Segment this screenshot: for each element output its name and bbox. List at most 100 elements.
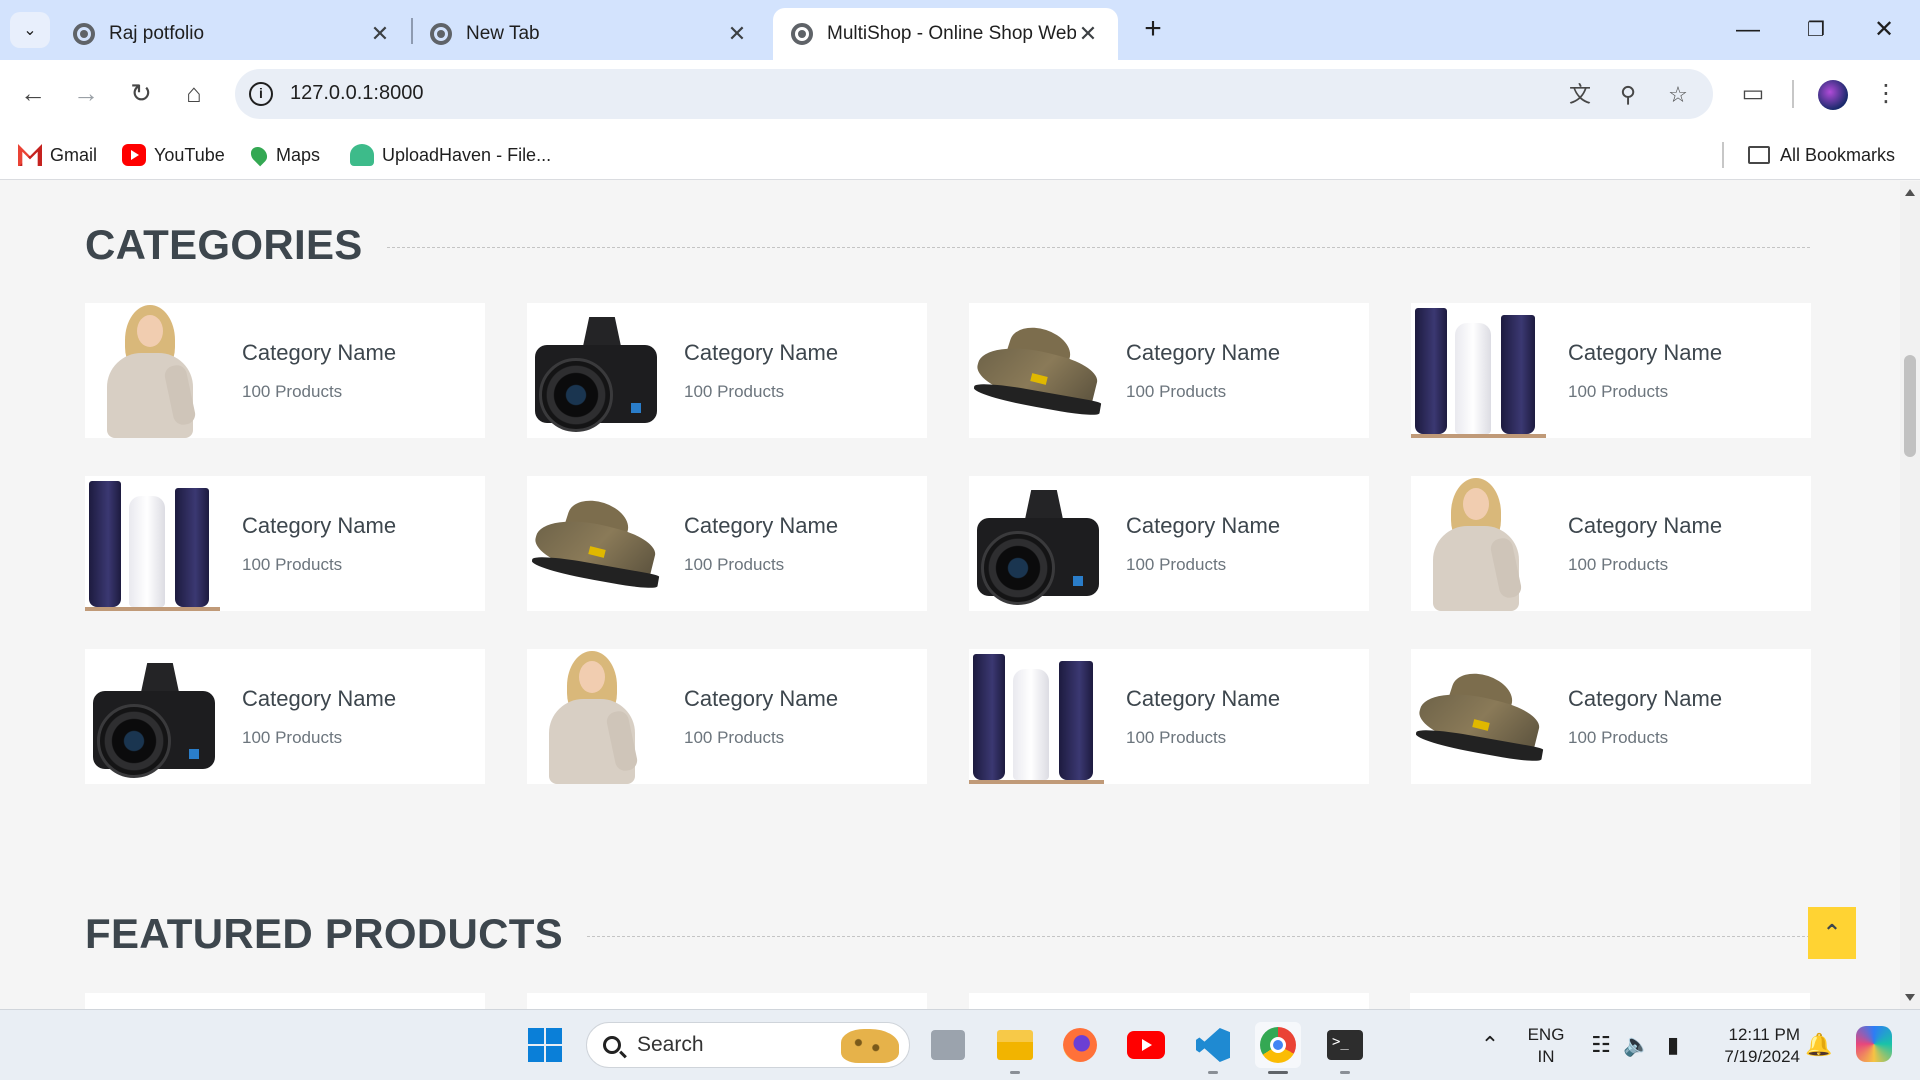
category-card[interactable]: Category Name 100 Products (527, 303, 927, 438)
category-name[interactable]: Category Name (242, 686, 396, 712)
category-name[interactable]: Category Name (1568, 686, 1722, 712)
category-name[interactable]: Category Name (684, 686, 838, 712)
category-image-tubes[interactable] (1411, 303, 1546, 438)
close-window-button[interactable]: ✕ (1854, 8, 1914, 52)
categories-title: Categories (85, 221, 363, 268)
vscode-button[interactable] (1190, 1022, 1236, 1074)
scroll-thumb[interactable] (1904, 355, 1916, 457)
tab-search-button[interactable]: ⌄ (10, 12, 50, 48)
category-name[interactable]: Category Name (1568, 513, 1722, 539)
category-name[interactable]: Category Name (1126, 686, 1280, 712)
terminal-button[interactable]: >_ (1322, 1022, 1368, 1074)
product-card[interactable] (1410, 993, 1810, 1009)
file-explorer-button[interactable] (992, 1022, 1038, 1074)
category-card[interactable]: Category Name 100 Products (85, 303, 485, 438)
wifi-icon[interactable]: ☷ (1586, 1030, 1616, 1060)
category-card[interactable]: Category Name 100 Products (1411, 649, 1811, 784)
category-image-camera[interactable] (85, 649, 220, 784)
category-image-shoe[interactable] (969, 303, 1104, 438)
task-view-button[interactable] (925, 1022, 971, 1068)
category-card[interactable]: Category Name 100 Products (85, 476, 485, 611)
extensions-icon[interactable]: ▭ (1735, 74, 1771, 114)
category-image-shoe[interactable] (1411, 649, 1546, 784)
category-product-count: 100 Products (1126, 727, 1227, 747)
bookmark-star-icon[interactable]: ☆ (1663, 81, 1693, 109)
new-tab-button[interactable]: + (1135, 12, 1171, 48)
back-button[interactable]: ← (13, 73, 53, 113)
category-name[interactable]: Category Name (1126, 513, 1280, 539)
clock[interactable]: 12:11 PM 7/19/2024 (1700, 1024, 1800, 1068)
youtube-app-button[interactable] (1123, 1022, 1169, 1068)
product-card[interactable] (527, 993, 927, 1009)
category-card[interactable]: Category Name 100 Products (969, 303, 1369, 438)
show-hidden-icons[interactable]: ⌃ (1475, 1030, 1505, 1060)
bookmark-maps[interactable]: Maps (247, 140, 320, 170)
volume-icon[interactable]: 🔈 (1622, 1030, 1652, 1060)
page-scrollbar[interactable] (1900, 181, 1920, 1009)
close-tab-icon[interactable]: ✕ (368, 21, 392, 47)
category-image-model[interactable] (85, 303, 220, 438)
language-indicator[interactable]: ENG IN (1520, 1024, 1572, 1068)
category-image-shoe[interactable] (527, 476, 662, 611)
tab-title: MultiShop - Online Shop Website (827, 23, 1076, 44)
category-product-count: 100 Products (1568, 381, 1669, 401)
category-name[interactable]: Category Name (684, 513, 838, 539)
tab-multishop[interactable]: MultiShop - Online Shop Website ✕ (773, 8, 1118, 60)
tab-new-tab[interactable]: New Tab ✕ (412, 8, 767, 60)
minimize-button[interactable]: — (1718, 8, 1778, 52)
category-image-camera[interactable] (969, 476, 1104, 611)
reload-button[interactable]: ↻ (121, 73, 161, 113)
bookmark-uploadhaven[interactable]: UploadHaven - File... (350, 140, 551, 170)
product-card[interactable] (969, 993, 1369, 1009)
category-card[interactable]: Category Name 100 Products (969, 649, 1369, 784)
site-info-icon[interactable]: i (249, 82, 273, 106)
battery-icon[interactable]: ▮ (1658, 1030, 1688, 1060)
tab-raj-portfolio[interactable]: Raj potfolio ✕ (55, 8, 410, 60)
category-name[interactable]: Category Name (684, 340, 838, 366)
category-name[interactable]: Category Name (1568, 340, 1722, 366)
back-to-top-button[interactable]: ⌃ (1808, 907, 1856, 959)
category-text: Category Name 100 Products (684, 513, 838, 575)
category-image-model[interactable] (1411, 476, 1546, 611)
zoom-icon[interactable]: ⚲ (1613, 81, 1643, 109)
category-image-tubes[interactable] (969, 649, 1104, 784)
close-tab-icon[interactable]: ✕ (1076, 21, 1100, 47)
chrome-button[interactable] (1255, 1022, 1301, 1074)
clock-date: 7/19/2024 (1724, 1047, 1800, 1066)
category-card[interactable]: Category Name 100 Products (1411, 303, 1811, 438)
start-button[interactable] (522, 1022, 568, 1068)
category-card[interactable]: Category Name 100 Products (969, 476, 1369, 611)
taskbar-search[interactable]: Search (586, 1022, 910, 1068)
firefox-button[interactable] (1057, 1022, 1103, 1068)
taskbar: Search >_ ⌃ ENG IN ☷ 🔈 ▮ 12:11 PM 7/19/2… (0, 1009, 1920, 1080)
menu-dots-icon[interactable]: ⋮ (1868, 74, 1904, 114)
close-tab-icon[interactable]: ✕ (725, 21, 749, 47)
category-image-camera[interactable] (527, 303, 662, 438)
product-card[interactable] (85, 993, 485, 1009)
category-image-model[interactable] (527, 649, 662, 784)
forward-button[interactable]: → (66, 73, 106, 113)
home-button[interactable]: ⌂ (174, 73, 214, 113)
copilot-icon[interactable] (1856, 1026, 1892, 1062)
youtube-icon (1127, 1031, 1165, 1059)
category-image-tubes[interactable] (85, 476, 220, 611)
restore-button[interactable]: ❐ (1786, 8, 1846, 52)
url-text[interactable]: 127.0.0.1:8000 (290, 82, 423, 105)
notification-bell-icon[interactable]: 🔔 (1804, 1030, 1834, 1060)
profile-avatar[interactable] (1818, 80, 1848, 110)
category-text: Category Name 100 Products (1568, 513, 1722, 575)
translate-icon[interactable]: 文 (1565, 81, 1595, 109)
bookmark-gmail[interactable]: Gmail (18, 140, 97, 170)
scroll-up-icon[interactable] (1905, 189, 1915, 196)
scroll-down-icon[interactable] (1905, 994, 1915, 1001)
bookmark-youtube[interactable]: YouTube (122, 140, 225, 170)
address-bar[interactable]: i 127.0.0.1:8000 文 ⚲ ☆ (235, 69, 1713, 119)
category-card[interactable]: Category Name 100 Products (85, 649, 485, 784)
category-card[interactable]: Category Name 100 Products (1411, 476, 1811, 611)
category-card[interactable]: Category Name 100 Products (527, 649, 927, 784)
all-bookmarks-button[interactable]: All Bookmarks (1748, 140, 1895, 170)
category-name[interactable]: Category Name (242, 340, 396, 366)
category-name[interactable]: Category Name (242, 513, 396, 539)
category-name[interactable]: Category Name (1126, 340, 1280, 366)
category-card[interactable]: Category Name 100 Products (527, 476, 927, 611)
